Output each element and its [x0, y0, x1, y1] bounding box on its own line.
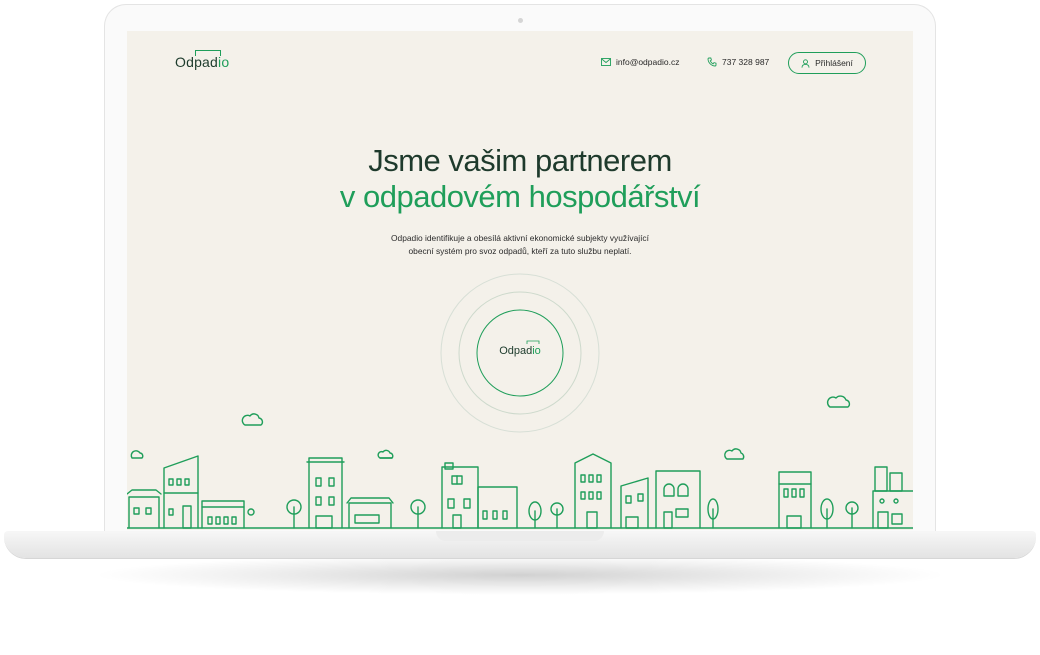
laptop-shadow [90, 555, 950, 595]
cloud-icon [377, 449, 394, 459]
cloud-icon [724, 448, 745, 460]
cloud-icon [130, 450, 144, 459]
website-screen: Odpadio info@odpadio.cz 737 328 987 Přih… [127, 31, 913, 530]
city-skyline-illustration [127, 395, 913, 529]
laptop-notch [436, 531, 604, 541]
cloud-icon [241, 413, 264, 426]
camera-dot [518, 18, 523, 23]
cloud-icon [826, 395, 851, 408]
